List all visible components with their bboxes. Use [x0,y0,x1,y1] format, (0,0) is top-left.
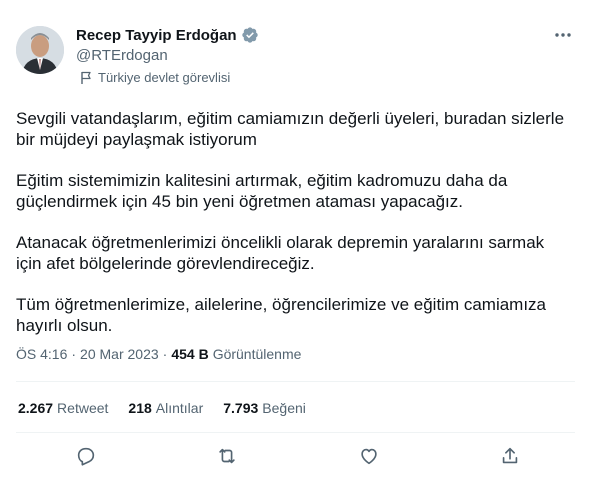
tweet-time[interactable]: ÖS 4:16 [16,346,67,362]
quotes-label: Alıntılar [155,400,204,416]
tweet: Recep Tayyip Erdoğan @RTErdogan Türkiye … [0,0,591,484]
action-bar [0,446,591,472]
engagement-stats: 2.267 Retweet 218 Alıntılar 7.793 Beğeni [18,400,306,416]
verified-badge-icon[interactable] [241,26,259,44]
affiliation-text: Türkiye devlet görevlisi [98,70,231,85]
affiliation-label: Türkiye devlet görevlisi [80,70,230,85]
author-display-name[interactable]: Recep Tayyip Erdoğan [76,27,237,44]
retweets-count: 2.267 [18,400,54,416]
likes-stat[interactable]: 7.793 Beğeni [223,400,306,416]
tweet-paragraph: Sevgili vatandaşlarım, eğitim camiamızın… [16,109,565,149]
reply-icon [75,445,97,472]
share-icon [499,445,521,472]
meta-separator: · [162,346,168,362]
more-options-button[interactable] [549,24,577,44]
retweet-button[interactable] [215,446,239,470]
views-label: Görüntülenme [212,346,302,362]
tweet-paragraph: Atanacak öğretmenlerimizi öncelikli olar… [16,233,545,273]
likes-label: Beğeni [262,400,306,416]
author-name-row: Recep Tayyip Erdoğan [76,26,259,44]
tweet-text: Sevgili vatandaşlarım, eğitim camiamızın… [16,108,576,356]
like-icon [358,445,380,472]
tweet-date[interactable]: 20 Mar 2023 [80,346,159,362]
tweet-meta: ÖS 4:16 · 20 Mar 2023 · 454 B Görüntülen… [16,346,301,362]
meta-separator: · [71,346,77,362]
divider [16,432,575,433]
reply-button[interactable] [74,446,98,470]
divider [16,381,575,382]
tweet-paragraph: Tüm öğretmenlerimize, ailelerine, öğrenc… [16,295,547,335]
author-handle[interactable]: @RTErdogan [76,47,168,64]
likes-count: 7.793 [223,400,259,416]
tweet-paragraph: Eğitim sistemimizin kalitesini artırmak,… [16,171,508,211]
retweets-stat[interactable]: 2.267 Retweet [18,400,108,416]
quotes-count: 218 [128,400,152,416]
flag-icon [80,71,92,85]
share-button[interactable] [498,446,522,470]
like-button[interactable] [357,446,381,470]
retweets-label: Retweet [57,400,109,416]
quotes-stat[interactable]: 218 Alıntılar [128,400,203,416]
more-icon [554,25,572,43]
views-count: 454 B [171,346,209,362]
retweet-icon [216,445,238,472]
avatar[interactable] [16,26,64,74]
